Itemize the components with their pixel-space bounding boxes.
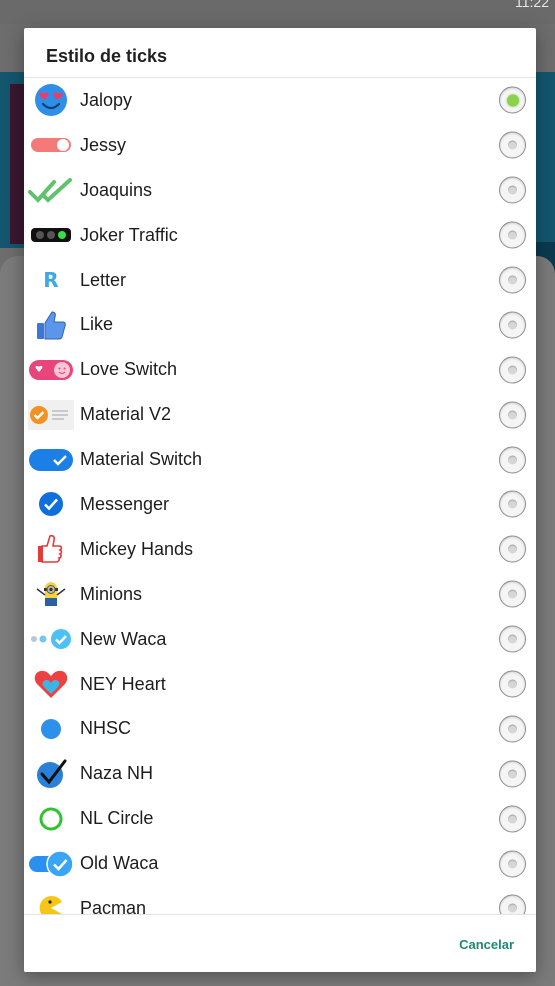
option-radio[interactable]	[499, 850, 526, 878]
letter-r-icon: R	[43, 268, 59, 292]
option-radio[interactable]	[499, 805, 526, 833]
option-radio[interactable]	[499, 131, 526, 159]
option-naza-nh[interactable]: Naza NH	[24, 751, 536, 796]
option-radio[interactable]	[499, 311, 526, 339]
option-label: Naza NH	[80, 763, 154, 784]
option-label: Minions	[80, 583, 143, 604]
minion-icon	[28, 576, 74, 612]
option-label: NHSC	[80, 718, 132, 739]
option-label: Old Waca	[80, 853, 159, 874]
green-double-check-icon	[28, 172, 74, 208]
option-joker-traffic[interactable]: Joker Traffic	[24, 213, 536, 258]
option-label: New Waca	[80, 628, 167, 649]
option-label: Joaquins	[80, 179, 153, 200]
option-label: Jessy	[80, 134, 127, 155]
option-material-v2[interactable]: Material V2	[24, 392, 536, 437]
status-time: 11:22	[515, 0, 549, 10]
option-radio[interactable]	[499, 86, 526, 114]
option-radio[interactable]	[499, 490, 526, 518]
green-ring-icon	[28, 801, 74, 837]
option-label: Jalopy	[80, 89, 133, 110]
option-letter[interactable]: R Letter	[24, 258, 536, 303]
option-old-waca[interactable]: Old Waca	[24, 841, 536, 886]
option-radio[interactable]	[499, 625, 526, 653]
option-radio[interactable]	[499, 715, 526, 743]
option-nhsc[interactable]: NHSC	[24, 706, 536, 751]
option-like[interactable]: Like	[24, 302, 536, 347]
option-label: Letter	[80, 269, 127, 290]
dots-check-icon	[28, 621, 74, 657]
tick-style-dialog: Estilo de ticks Jalopy Jessy Joaquins Jo…	[24, 28, 536, 972]
option-joaquins[interactable]: Joaquins	[24, 168, 536, 213]
option-radio[interactable]	[499, 580, 526, 608]
red-toggle-icon	[28, 127, 74, 163]
option-label: Joker Traffic	[80, 224, 178, 245]
option-jessy[interactable]: Jessy	[24, 123, 536, 168]
option-material-switch[interactable]: Material Switch	[24, 437, 536, 482]
blue-switch-check-icon	[28, 442, 74, 478]
option-nl-circle[interactable]: NL Circle	[24, 796, 536, 841]
option-label: Love Switch	[80, 359, 178, 380]
option-new-waca[interactable]: New Waca	[24, 617, 536, 662]
option-radio[interactable]	[499, 446, 526, 474]
option-radio[interactable]	[499, 401, 526, 429]
pacman-icon	[28, 890, 74, 914]
status-bar: 11:22	[0, 0, 555, 24]
option-label: Material Switch	[80, 449, 203, 470]
black-check-circle-icon	[28, 756, 74, 792]
blue-dot-icon	[28, 711, 74, 747]
love-switch-icon	[28, 352, 74, 388]
glove-thumb-icon	[28, 531, 74, 567]
switch-check-bubble-icon	[28, 846, 74, 882]
option-label: Pacman	[80, 897, 147, 914]
option-messenger[interactable]: Messenger	[24, 482, 536, 527]
traffic-light-icon	[28, 217, 74, 253]
cancel-button[interactable]: Cancelar	[459, 937, 514, 952]
option-radio[interactable]	[499, 356, 526, 384]
option-ney-heart[interactable]: NEY Heart	[24, 662, 536, 707]
option-minions[interactable]: Minions	[24, 572, 536, 617]
option-label: NL Circle	[80, 808, 154, 829]
option-radio[interactable]	[499, 894, 526, 914]
option-jalopy[interactable]: Jalopy	[24, 78, 536, 123]
option-radio[interactable]	[499, 760, 526, 788]
option-mickey-hands[interactable]: Mickey Hands	[24, 527, 536, 572]
option-radio[interactable]	[499, 535, 526, 563]
option-radio[interactable]	[499, 176, 526, 204]
blue-circle-check-icon	[28, 486, 74, 522]
option-label: NEY Heart	[80, 673, 166, 694]
option-radio[interactable]	[499, 670, 526, 698]
option-radio[interactable]	[499, 266, 526, 294]
option-radio[interactable]	[499, 221, 526, 249]
options-list[interactable]: Jalopy Jessy Joaquins Joker Traffic R Le…	[24, 78, 536, 914]
heart-icon	[28, 666, 74, 702]
option-love-switch[interactable]: Love Switch	[24, 347, 536, 392]
option-label: Messenger	[80, 493, 170, 514]
option-label: Mickey Hands	[80, 538, 194, 559]
orange-check-lines-icon	[28, 397, 74, 433]
option-label: Material V2	[80, 404, 172, 425]
thumbs-up-icon	[28, 307, 74, 343]
smiley-heart-eyes-icon	[28, 82, 74, 118]
option-label: Like	[80, 314, 114, 335]
dialog-title: Estilo de ticks	[24, 28, 536, 78]
option-pacman[interactable]: Pacman	[24, 886, 536, 914]
dialog-footer: Cancelar	[24, 914, 536, 972]
